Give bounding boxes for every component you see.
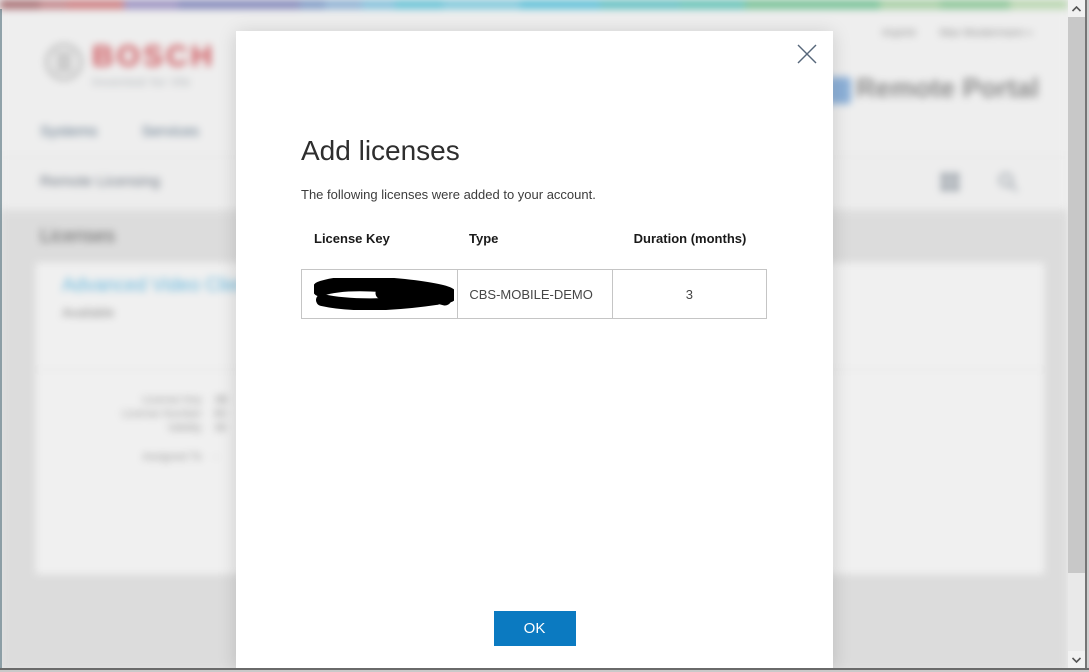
scrollbar-thumb[interactable] bbox=[1068, 17, 1085, 573]
section-title-licenses: Licenses bbox=[40, 226, 115, 248]
scroll-up-button[interactable] bbox=[1068, 0, 1085, 17]
column-header-type: Type bbox=[458, 231, 613, 246]
tab-services[interactable]: Services bbox=[142, 123, 200, 140]
scroll-down-button[interactable] bbox=[1068, 651, 1085, 668]
browser-scrollbar[interactable] bbox=[1068, 0, 1085, 668]
top-nav-links: Imprint Max Mustermann ▾ bbox=[882, 27, 1032, 39]
field-label: License Number bbox=[36, 407, 202, 421]
bosch-logo[interactable]: BOSCH Invented for life bbox=[44, 42, 215, 89]
license-key-cell bbox=[302, 270, 458, 318]
bosch-symbol-icon bbox=[44, 42, 84, 82]
table-header-row: License Key Type Duration (months) bbox=[301, 231, 767, 246]
close-icon bbox=[794, 41, 820, 67]
modal-subtitle: The following licenses were added to you… bbox=[301, 187, 596, 202]
window-left-edge bbox=[0, 9, 2, 668]
table-row: CBS-MOBILE-DEMO 3 bbox=[301, 269, 767, 319]
close-button[interactable] bbox=[793, 41, 821, 69]
portal-title: Remote Portal bbox=[856, 73, 1039, 104]
bosch-logo-text: BOSCH bbox=[92, 42, 215, 72]
product-link[interactable]: Advanced Video Clien bbox=[62, 275, 249, 297]
top-link-account[interactable]: Max Mustermann ▾ bbox=[940, 27, 1033, 39]
bosch-tagline: Invented for life bbox=[92, 75, 215, 89]
subheader-label[interactable]: Remote Licensing bbox=[40, 173, 160, 190]
modal-title: Add licenses bbox=[301, 135, 460, 167]
bosch-supergraphic-strip bbox=[0, 0, 1068, 9]
chevron-down-icon bbox=[1072, 657, 1081, 663]
top-link-imprint[interactable]: Imprint bbox=[882, 27, 916, 39]
field-label: Assigned To bbox=[36, 450, 202, 464]
search-icon[interactable] bbox=[996, 170, 1020, 194]
field-label: Validity bbox=[36, 421, 202, 435]
caret-down-icon: ▾ bbox=[1028, 28, 1033, 38]
bosch-remote-portal-screen: BOSCH Invented for life Imprint Max Must… bbox=[0, 0, 1089, 672]
license-status: Available bbox=[62, 305, 115, 320]
duration-cell: 3 bbox=[613, 270, 766, 318]
chevron-up-icon bbox=[1072, 6, 1081, 12]
redaction-scribble bbox=[314, 278, 454, 310]
grid-icon[interactable] bbox=[938, 170, 962, 194]
tab-systems[interactable]: Systems bbox=[40, 123, 98, 140]
add-licenses-modal: Add licenses The following licenses were… bbox=[236, 31, 833, 668]
column-header-license-key: License Key bbox=[301, 231, 458, 246]
main-nav-tabs: Systems Services bbox=[40, 123, 199, 140]
column-header-duration: Duration (months) bbox=[613, 231, 767, 246]
field-label: License Key bbox=[36, 393, 202, 407]
licenses-table: License Key Type Duration (months) CBS-M… bbox=[301, 231, 767, 319]
ok-button[interactable]: OK bbox=[494, 611, 576, 646]
type-cell: CBS-MOBILE-DEMO bbox=[458, 270, 612, 318]
license-field-labels: License Key License Number Validity Assi… bbox=[36, 393, 202, 464]
